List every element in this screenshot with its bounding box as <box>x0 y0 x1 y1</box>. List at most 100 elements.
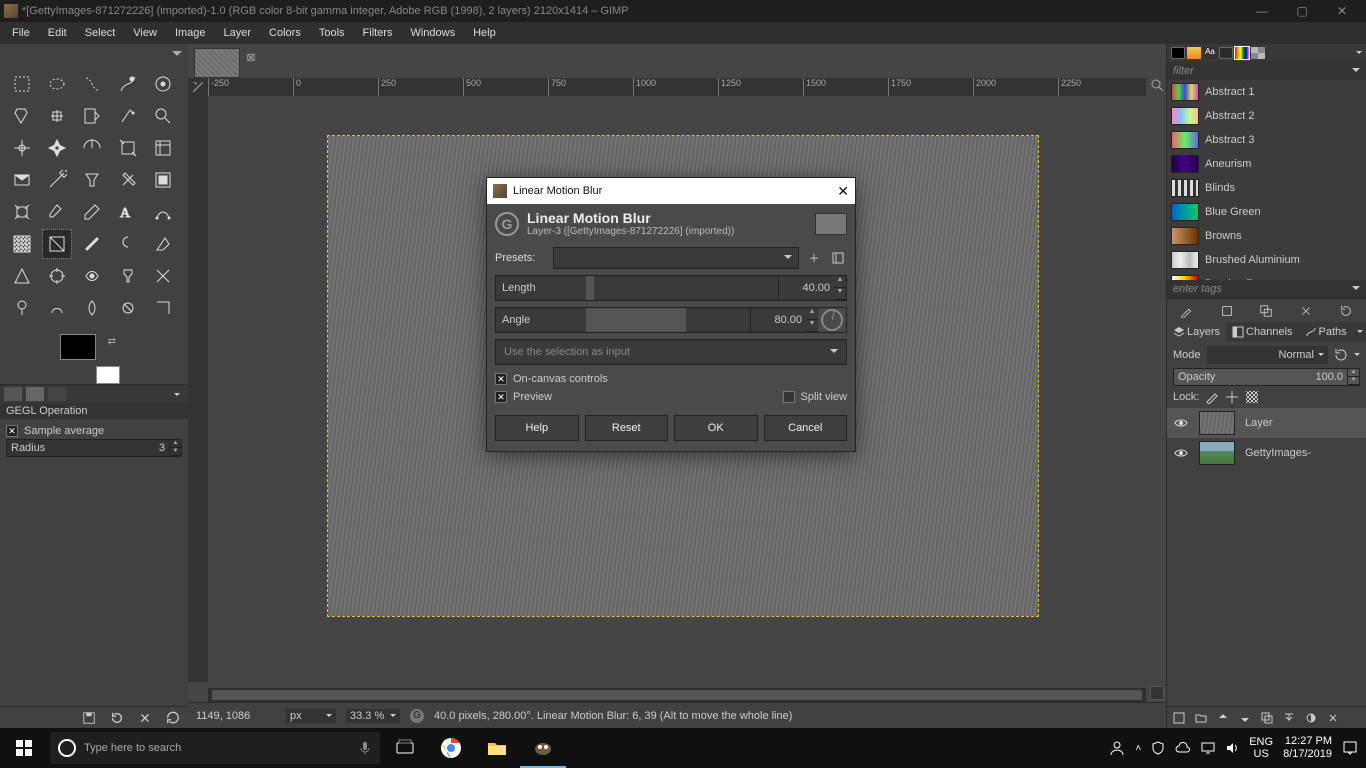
tab-channels[interactable]: Channels <box>1226 322 1298 342</box>
delete-layer-icon[interactable] <box>1327 712 1339 724</box>
tool-24[interactable] <box>149 198 177 226</box>
tool-18[interactable] <box>114 166 142 194</box>
refresh-gradient-icon[interactable] <box>1339 304 1353 318</box>
tool-15[interactable] <box>8 166 36 194</box>
menu-select[interactable]: Select <box>77 25 124 41</box>
preview-checkbox[interactable]: ✕ <box>495 391 507 403</box>
gradient-row[interactable]: Aneurism <box>1167 152 1366 176</box>
ok-button[interactable]: OK <box>674 415 758 441</box>
raise-layer-icon[interactable] <box>1217 712 1229 724</box>
length-value[interactable]: 40.00 <box>778 276 834 300</box>
delete-gradient-icon[interactable] <box>1299 304 1313 318</box>
tool-7[interactable] <box>78 102 106 130</box>
gradient-row[interactable]: Blinds <box>1167 176 1366 200</box>
tool-12[interactable] <box>78 134 106 162</box>
radius-field[interactable]: Radius 3 ▲▼ <box>6 439 182 457</box>
radius-spinner[interactable]: ▲▼ <box>169 440 181 456</box>
clock[interactable]: 12:27 PM 8/17/2019 <box>1283 735 1332 761</box>
tray-chevron-icon[interactable]: ˄ <box>1135 743 1141 754</box>
layers-menu-icon[interactable] <box>1353 322 1366 342</box>
lock-pixels-icon[interactable] <box>1205 390 1219 404</box>
lock-alpha-icon[interactable] <box>1245 390 1259 404</box>
fg-bg-color[interactable]: ⇄ <box>60 334 120 384</box>
new-group-icon[interactable] <box>1195 712 1207 724</box>
tool-34[interactable] <box>149 262 177 290</box>
swap-colors-icon[interactable]: ⇄ <box>108 336 116 347</box>
chrome-taskbar-icon[interactable] <box>428 728 474 768</box>
background-swatch[interactable] <box>96 366 120 384</box>
tool-2[interactable] <box>78 70 106 98</box>
gradient-row[interactable]: Browns <box>1167 224 1366 248</box>
gradient-list[interactable]: Abstract 1Abstract 2Abstract 3AneurismBl… <box>1167 80 1366 280</box>
tool-35[interactable] <box>8 294 36 322</box>
history-tab-icon[interactable] <box>1219 47 1233 59</box>
tool-9[interactable] <box>149 102 177 130</box>
tool-37[interactable] <box>78 294 106 322</box>
tool-39[interactable] <box>149 294 177 322</box>
menu-file[interactable]: File <box>4 25 38 41</box>
menu-layer[interactable]: Layer <box>216 25 260 41</box>
tool-13[interactable] <box>114 134 142 162</box>
mode-extra-icon[interactable] <box>1354 349 1360 361</box>
menu-edit[interactable]: Edit <box>40 25 75 41</box>
network-icon[interactable] <box>1201 741 1215 755</box>
opacity-spinner[interactable]: ▲▼ <box>1347 369 1359 385</box>
tool-25[interactable] <box>8 230 36 258</box>
brushes-tab-icon[interactable] <box>1171 47 1185 59</box>
layer-row[interactable]: Layer <box>1167 408 1366 438</box>
gradient-row[interactable]: Abstract 3 <box>1167 128 1366 152</box>
explorer-taskbar-icon[interactable] <box>474 728 520 768</box>
lower-layer-icon[interactable] <box>1239 712 1251 724</box>
angle-spinner[interactable]: ▲▼ <box>806 308 818 332</box>
tool-38[interactable] <box>114 294 142 322</box>
tool-8[interactable] <box>114 102 142 130</box>
menu-image[interactable]: Image <box>167 25 214 41</box>
zoom-icon[interactable] <box>1150 78 1164 92</box>
add-preset-icon[interactable]: ＋ <box>805 249 823 267</box>
save-preset-icon[interactable] <box>82 711 96 725</box>
tool-10[interactable] <box>8 134 36 162</box>
mode-dropdown[interactable]: Normal <box>1207 346 1328 364</box>
notifications-icon[interactable] <box>1342 740 1358 756</box>
tool-options-tab2[interactable] <box>26 387 44 401</box>
gradient-row[interactable]: Abstract 1 <box>1167 80 1366 104</box>
menu-windows[interactable]: Windows <box>402 25 463 41</box>
menu-colors[interactable]: Colors <box>261 25 309 41</box>
help-button[interactable]: Help <box>495 415 579 441</box>
tool-32[interactable] <box>78 262 106 290</box>
tool-3[interactable] <box>114 70 142 98</box>
layer-row[interactable]: GettyImages- <box>1167 438 1366 468</box>
new-gradient-icon[interactable] <box>1220 304 1234 318</box>
gradient-filter-input[interactable]: filter <box>1167 62 1366 80</box>
tool-options-menu-icon[interactable] <box>174 389 184 399</box>
tool-27[interactable] <box>78 230 106 258</box>
gimp-taskbar-icon[interactable] <box>520 728 566 768</box>
menu-help[interactable]: Help <box>465 25 504 41</box>
ruler-vertical[interactable] <box>188 96 208 682</box>
document-tab[interactable] <box>194 48 240 78</box>
menu-filters[interactable]: Filters <box>355 25 401 41</box>
manage-preset-icon[interactable] <box>829 249 847 267</box>
tool-6[interactable] <box>43 102 71 130</box>
merge-down-icon[interactable] <box>1283 712 1295 724</box>
oncanvas-checkbox[interactable]: ✕ <box>495 373 507 385</box>
dialog-preview-swatch[interactable] <box>815 213 847 235</box>
tool-16[interactable] <box>43 166 71 194</box>
tool-21[interactable] <box>43 198 71 226</box>
gradient-row[interactable]: Brushed Aluminium <box>1167 248 1366 272</box>
angle-wheel[interactable] <box>818 308 846 332</box>
minimize-button[interactable]: — <box>1242 4 1282 18</box>
tool-33[interactable] <box>114 262 142 290</box>
cancel-button[interactable]: Cancel <box>764 415 848 441</box>
visibility-icon[interactable] <box>1173 415 1189 431</box>
tool-36[interactable] <box>43 294 71 322</box>
tool-options-tab[interactable] <box>4 387 22 401</box>
layer-list[interactable]: LayerGettyImages- <box>1167 408 1366 706</box>
foreground-swatch[interactable] <box>60 334 96 360</box>
selection-input-dropdown[interactable]: Use the selection as input <box>495 339 847 365</box>
patterns-tab-icon[interactable] <box>1187 47 1201 59</box>
dialog-titlebar[interactable]: Linear Motion Blur ✕ <box>487 178 855 204</box>
menu-view[interactable]: View <box>125 25 165 41</box>
tool-11[interactable] <box>43 134 71 162</box>
scrollbar-horizontal[interactable] <box>208 688 1146 702</box>
